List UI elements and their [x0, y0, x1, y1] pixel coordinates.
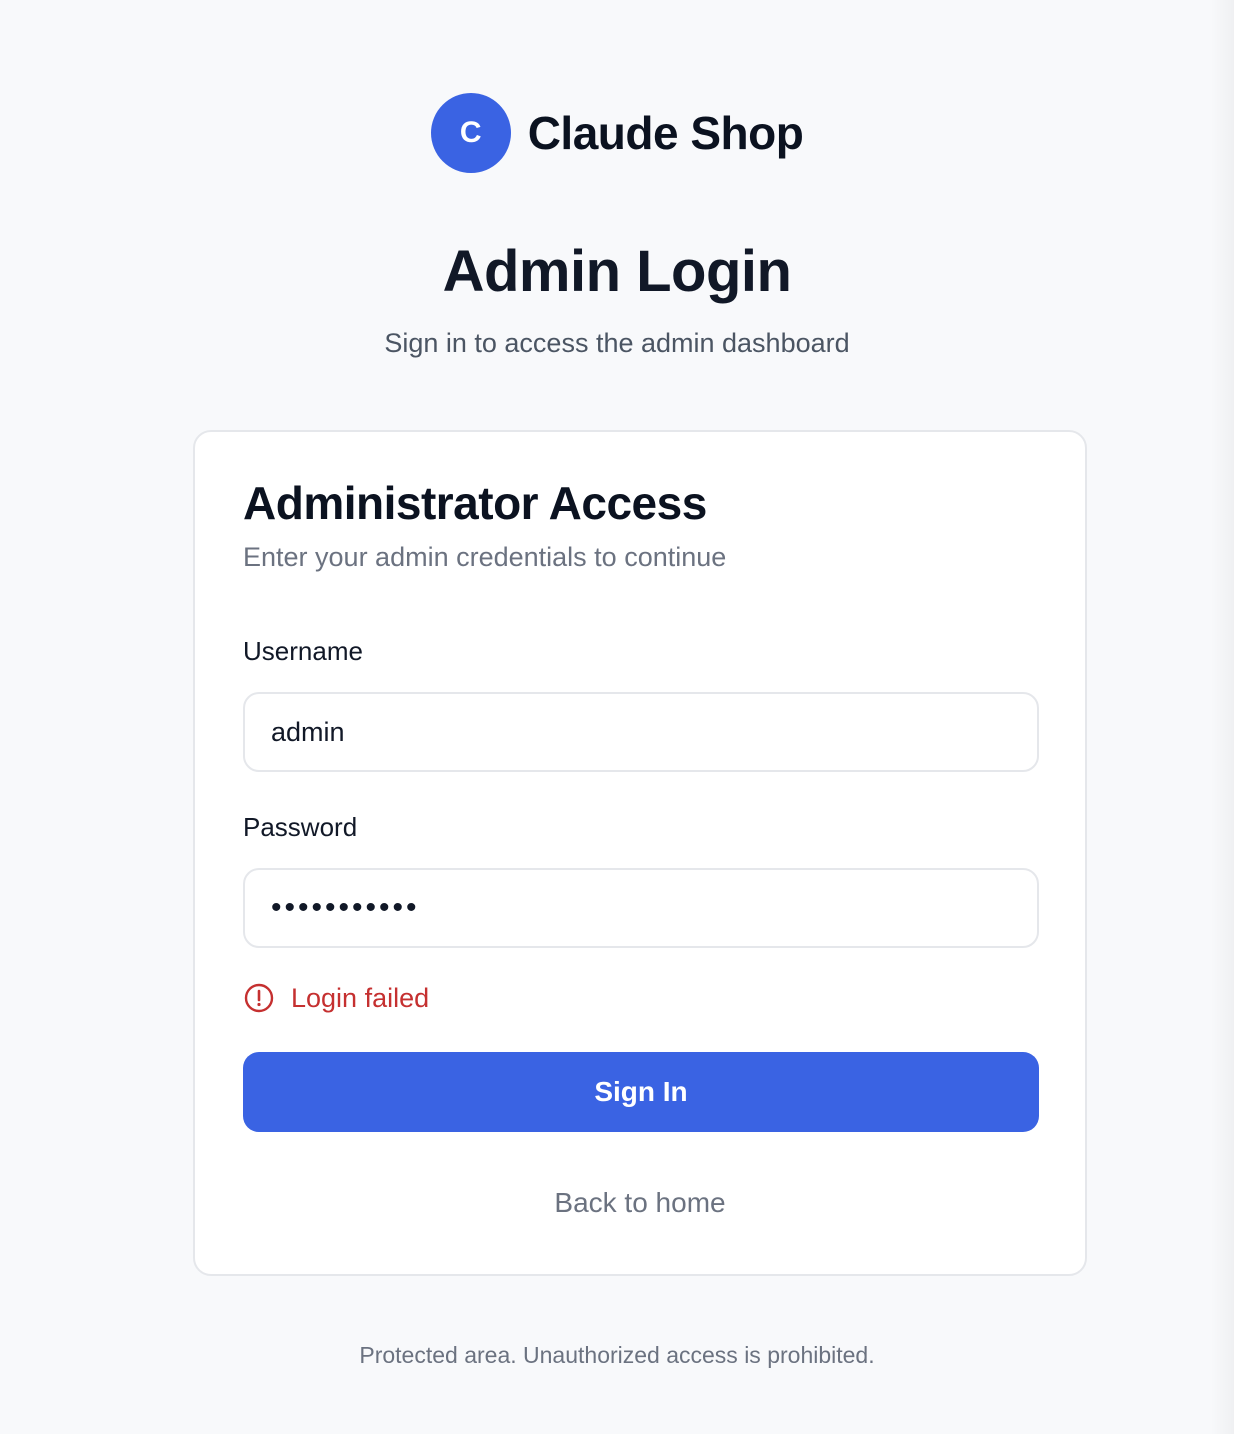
page-title: Admin Login: [442, 239, 792, 304]
password-input[interactable]: [243, 868, 1039, 948]
brand-logo: C: [430, 93, 511, 173]
brand-name: Claude Shop: [527, 107, 804, 159]
brand-header: C Claude Shop: [0, 93, 1234, 173]
alert-circle-icon: [243, 982, 275, 1014]
sign-in-button[interactable]: Sign In: [243, 1052, 1039, 1132]
window-edge-shadow: [1210, 0, 1234, 1434]
error-text: Login failed: [291, 982, 430, 1013]
card-title: Administrator Access: [243, 477, 707, 529]
back-to-home-link[interactable]: Back to home: [195, 1187, 1085, 1219]
username-input[interactable]: [243, 692, 1039, 772]
error-message: Login failed: [243, 982, 429, 1014]
footer-note: Protected area. Unauthorized access is p…: [359, 1342, 875, 1368]
page-subtitle: Sign in to access the admin dashboard: [384, 328, 850, 358]
password-label: Password: [243, 812, 358, 842]
username-label: Username: [243, 636, 363, 666]
login-card: Administrator Access Enter your admin cr…: [193, 430, 1087, 1276]
card-subtitle: Enter your admin credentials to continue: [243, 542, 727, 572]
